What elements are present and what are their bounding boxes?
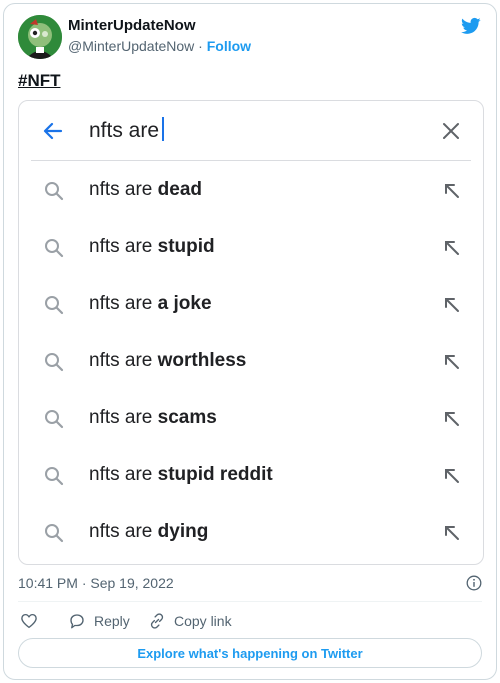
speech-bubble-icon — [70, 614, 84, 629]
suggestion-prefix: nfts are — [89, 293, 158, 314]
copy-link-label: Copy link — [174, 613, 232, 629]
suggestion-text: nfts are worthless — [89, 350, 246, 372]
search-icon — [45, 410, 64, 429]
suggestion-prefix: nfts are — [89, 407, 158, 428]
suggestion-item: nfts are a joke — [19, 284, 483, 341]
suggestion-prefix: nfts are — [89, 179, 158, 200]
suggestion-completion: dead — [157, 179, 203, 200]
search-icon — [45, 353, 64, 372]
arrow-up-left-icon — [445, 412, 459, 426]
info-icon[interactable] — [466, 575, 482, 591]
suggestion-item: nfts are dying — [19, 512, 483, 564]
suggestion-text: nfts are a joke — [89, 293, 212, 315]
suggestion-item: nfts are stupid reddit — [19, 455, 483, 512]
arrow-up-left-icon — [445, 298, 459, 312]
suggestion-completion: scams — [157, 407, 217, 428]
suggestion-item: nfts are scams — [19, 398, 483, 455]
search-icon — [45, 296, 64, 315]
separator: · — [194, 38, 207, 54]
avatar[interactable] — [18, 15, 62, 59]
suggestion-completion: stupid reddit — [157, 464, 273, 485]
reply-button[interactable]: Reply — [68, 611, 130, 631]
suggestion-item: nfts are worthless — [19, 341, 483, 398]
suggestion-prefix: nfts are — [89, 521, 158, 542]
heart-icon — [21, 613, 37, 629]
suggestion-item: nfts are stupid — [19, 227, 483, 284]
search-query: nfts are — [89, 117, 165, 143]
suggestion-text: nfts are dead — [89, 179, 202, 201]
arrow-left-icon — [43, 122, 63, 140]
hashtag-link[interactable]: #NFT — [18, 71, 61, 91]
display-name[interactable]: MinterUpdateNow — [68, 17, 196, 34]
search-icon — [45, 182, 64, 201]
text-caret — [162, 117, 165, 141]
twitter-bird-icon[interactable] — [460, 16, 482, 36]
suggestion-completion: worthless — [157, 350, 247, 371]
suggestion-completion: dying — [157, 521, 209, 542]
suggestion-prefix: nfts are — [89, 236, 158, 257]
suggestion-prefix: nfts are — [89, 350, 158, 371]
reply-label: Reply — [94, 613, 130, 629]
search-icon — [45, 524, 64, 543]
suggestion-text: nfts are dying — [89, 521, 208, 543]
search-suggest-image: nfts are nfts are dead nfts are stupid n… — [18, 100, 484, 565]
arrow-up-left-icon — [445, 184, 459, 198]
link-icon — [150, 613, 164, 629]
close-icon — [443, 123, 459, 139]
suggestion-text: nfts are stupid reddit — [89, 464, 273, 486]
tweet-card: MinterUpdateNow @MinterUpdateNow · Follo… — [3, 3, 497, 680]
suggestion-text: nfts are scams — [89, 407, 217, 429]
copy-link-button[interactable]: Copy link — [148, 611, 232, 631]
search-icon — [45, 239, 64, 258]
suggestion-item: nfts are dead — [19, 170, 483, 227]
tweet-timestamp[interactable]: 10:41 PM · Sep 19, 2022 — [18, 575, 174, 591]
arrow-up-left-icon — [445, 355, 459, 369]
divider — [31, 160, 471, 161]
search-icon — [45, 467, 64, 486]
divider — [18, 601, 482, 602]
suggestion-completion: stupid — [157, 236, 215, 257]
search-query-text: nfts are — [89, 119, 160, 142]
handle[interactable]: @MinterUpdateNow — [68, 38, 194, 54]
explore-twitter-button[interactable]: Explore what's happening on Twitter — [18, 638, 482, 668]
arrow-up-left-icon — [445, 526, 459, 540]
suggestion-text: nfts are stupid — [89, 236, 215, 258]
like-button[interactable] — [20, 611, 38, 631]
suggestion-prefix: nfts are — [89, 464, 158, 485]
handle-row: @MinterUpdateNow · Follow — [68, 38, 251, 54]
suggestion-completion: a joke — [157, 293, 212, 314]
arrow-up-left-icon — [445, 241, 459, 255]
follow-button[interactable]: Follow — [207, 38, 251, 54]
arrow-up-left-icon — [445, 469, 459, 483]
